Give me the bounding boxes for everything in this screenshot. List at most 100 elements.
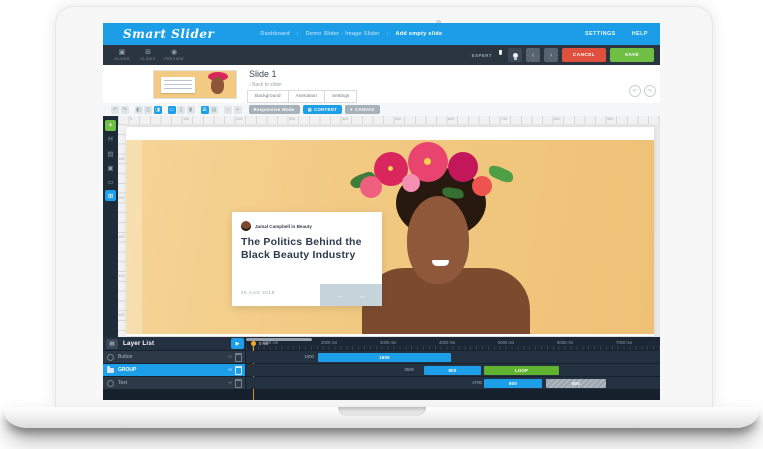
visibility-icon[interactable]: [107, 379, 114, 387]
align-right-icon[interactable]: ◨: [153, 105, 162, 114]
redo-circle-button[interactable]: ↷: [644, 85, 656, 97]
save-button[interactable]: SAVE: [610, 48, 654, 62]
text-card-layer[interactable]: Jamal Campbell in Beauty The Politics Be…: [232, 212, 382, 306]
content-mode-button[interactable]: ▦ CONTENT: [302, 105, 342, 114]
align-left-icon[interactable]: ◧: [134, 105, 143, 114]
timeline-ruler-label: 3000 ms: [380, 340, 397, 345]
track-row: 3500 800 LOOP: [246, 364, 660, 376]
flower-center: [388, 166, 393, 171]
button-layer-icon[interactable]: ▭: [105, 176, 116, 187]
top-bar-links: SETTINGS HELP: [585, 31, 648, 37]
visibility-icon[interactable]: [107, 353, 114, 361]
tab-background[interactable]: Background: [247, 90, 289, 103]
layer-row-group[interactable]: GROUP ∞: [103, 364, 245, 376]
animation-bar[interactable]: 800: [484, 378, 542, 388]
timeline-ruler-label: 4000 ms: [439, 340, 456, 345]
flower-center: [424, 158, 431, 165]
editor-toolbar-buttons: ↶ ↷ ◧ ◫ ◨ ▭ ▯ ▮ ⊞ ▤ − +: [103, 105, 242, 114]
undo-circle-button[interactable]: ↶: [629, 85, 641, 97]
layer-row-text[interactable]: Text ∞: [103, 377, 245, 389]
layer-row-button[interactable]: Button ∞: [103, 351, 245, 363]
timeline-ruler[interactable]: 1000 ms 2000 ms 3000 ms 4000 ms 5000 ms 6000 …: [246, 337, 660, 350]
timeline-ruler-label: 6000 ms: [557, 340, 574, 345]
link-icon[interactable]: ∞: [228, 380, 232, 386]
image-layer-icon[interactable]: ▣: [105, 162, 116, 173]
delay-label: 3500: [404, 367, 414, 372]
folder-icon: [107, 366, 114, 373]
zoom-out-icon[interactable]: −: [224, 105, 232, 114]
add-layer-button[interactable]: +: [105, 120, 116, 131]
breadcrumb-item[interactable]: Dashboard: [260, 31, 290, 37]
breadcrumb-separator: ›: [296, 31, 299, 37]
canvas-mode-button[interactable]: ♥ CANVAS: [344, 105, 380, 114]
laptop-base: [4, 407, 759, 428]
modebar-item-slides[interactable]: ⊞ SLIDES: [135, 45, 161, 65]
heading-layer-icon[interactable]: H: [105, 134, 116, 145]
timeline-panel: ▤ Layer List ▶ Button ∞ GROUP ∞ Text ∞ 1…: [103, 337, 660, 400]
out-animation-bar[interactable]: 800: [546, 378, 606, 388]
tablet-view-icon[interactable]: ▯: [177, 105, 185, 114]
ruler-label: 200: [236, 117, 243, 121]
slide-canvas[interactable]: Jamal Campbell in Beauty The Politics Be…: [126, 127, 654, 336]
heart-icon: ♥: [349, 107, 353, 112]
layers-icon[interactable]: ▤: [210, 105, 218, 114]
laptop-notch: [337, 407, 426, 416]
slide-header: Slide 1 ‹ Back to slider Background Anima…: [103, 65, 660, 104]
prev-arrow-button[interactable]: ←: [336, 291, 344, 300]
animation-bar[interactable]: 1600: [318, 352, 451, 362]
back-to-slider-link[interactable]: ‹ Back to slider: [249, 82, 282, 88]
slides-icon: ⊞: [145, 49, 151, 56]
prev-slide-button[interactable]: ‹: [526, 48, 540, 62]
align-center-icon[interactable]: ◫: [144, 105, 152, 114]
tab-settings[interactable]: Settings: [323, 90, 358, 103]
ruler-label: 700: [501, 117, 508, 121]
grid-icon[interactable]: ⊞: [200, 105, 209, 114]
expert-toggle[interactable]: [384, 49, 504, 107]
ruler-label: 100: [183, 117, 190, 121]
settings-link[interactable]: SETTINGS: [585, 31, 616, 37]
trash-icon[interactable]: [235, 378, 242, 388]
next-slide-button[interactable]: ›: [544, 48, 558, 62]
help-link[interactable]: HELP: [632, 31, 648, 37]
ruler-label: 400: [342, 117, 349, 121]
tab-animation[interactable]: Animation: [287, 90, 325, 103]
breadcrumb-separator: ›: [386, 31, 389, 37]
link-icon[interactable]: ∞: [228, 354, 232, 360]
breadcrumb-item[interactable]: Demo Slider - Image Slider: [306, 31, 380, 37]
slide-thumbnail[interactable]: [153, 70, 237, 99]
trash-icon[interactable]: [235, 365, 242, 375]
app-logo: Smart Slider: [123, 27, 215, 41]
text-layer-icon[interactable]: ▤: [105, 148, 116, 159]
responsive-mode-button[interactable]: Responsive Mode: [248, 105, 300, 114]
flower: [402, 174, 420, 192]
layer-window-button[interactable]: ⊞: [105, 190, 116, 201]
layer-list-title: Layer List: [123, 340, 155, 347]
breadcrumb-item[interactable]: Add empty slide: [395, 31, 442, 37]
slide-background-image[interactable]: Jamal Campbell in Beauty The Politics Be…: [126, 140, 654, 334]
breadcrumb: Dashboard › Demo Slider - Image Slider › Add…: [260, 31, 442, 37]
link-icon[interactable]: ∞: [228, 367, 232, 373]
loop-bar[interactable]: LOOP: [484, 365, 559, 375]
delay-label: 1600: [304, 354, 314, 359]
desktop-view-icon[interactable]: ▭: [167, 105, 176, 114]
mobile-view-icon[interactable]: ▮: [186, 105, 195, 114]
zoom-in-icon[interactable]: +: [233, 105, 242, 114]
trash-icon[interactable]: [235, 352, 242, 362]
undo-icon[interactable]: ↶: [111, 105, 119, 114]
timeline-scrollbar[interactable]: [246, 338, 312, 341]
avatar: [241, 221, 251, 231]
slide-header-circles: ↶ ↷: [629, 85, 656, 97]
author-label: Jamal Campbell in Beauty: [255, 224, 312, 229]
redo-icon[interactable]: ↷: [120, 105, 129, 114]
cancel-button[interactable]: CANCEL: [562, 48, 606, 62]
card-date: 25 AUG 2018: [241, 290, 275, 295]
next-arrow-button[interactable]: →: [358, 291, 366, 300]
playhead[interactable]: [251, 341, 256, 346]
play-button[interactable]: ▶: [231, 338, 244, 349]
modebar-item-preview[interactable]: ◉ PREVIEW: [161, 45, 187, 65]
animation-bar[interactable]: 800: [424, 365, 481, 375]
mode-bar: ▣ SLIDER ⊞ SLIDES ◉ PREVIEW EXPERT ‹ › CANCEL…: [103, 45, 660, 107]
modebar-item-slider[interactable]: ▣ SLIDER: [109, 45, 135, 65]
lightbulb-button[interactable]: [508, 48, 522, 62]
top-bar: Smart Slider Dashboard › Demo Slider - Ima…: [103, 23, 660, 45]
